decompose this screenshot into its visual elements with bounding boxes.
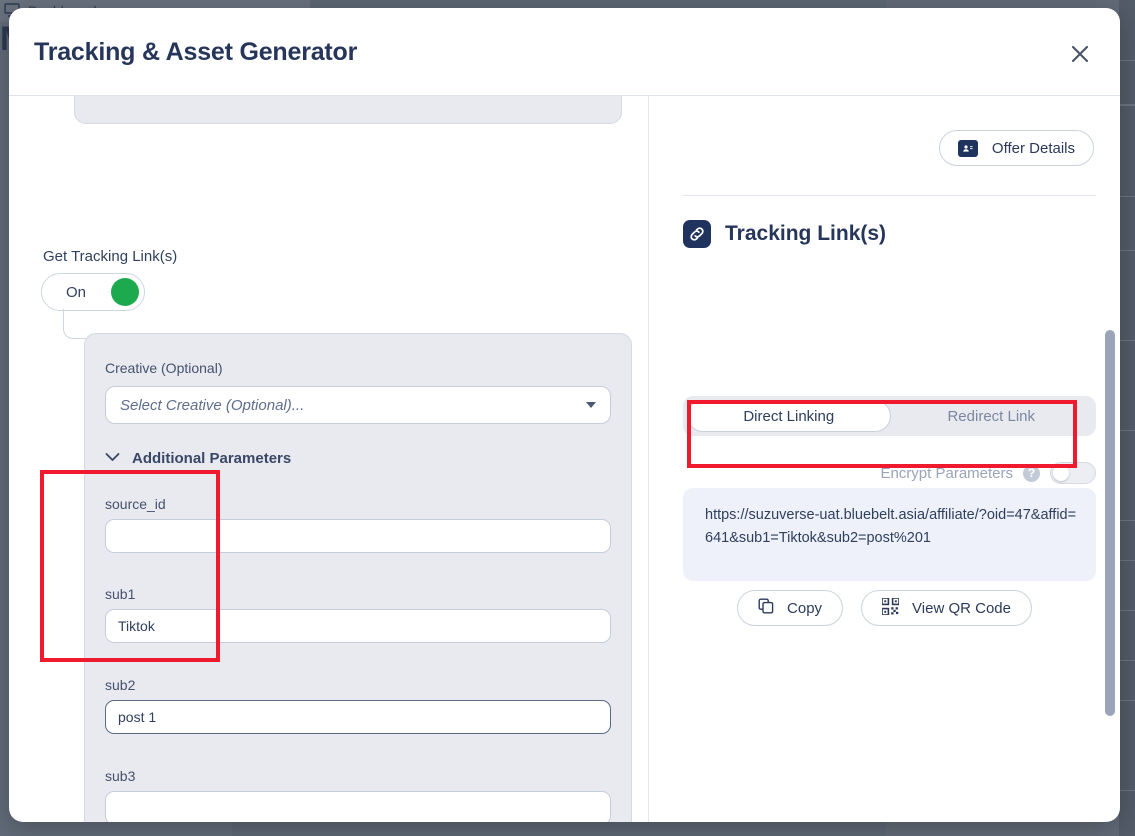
get-tracking-links-toggle[interactable]: On: [41, 273, 145, 311]
background-rail-tick: [1119, 250, 1135, 251]
modal-header: Tracking & Asset Generator: [9, 8, 1120, 96]
toggle-connector-line: [63, 309, 89, 339]
background-rail-tick: [1119, 105, 1135, 106]
contact-card-icon: [958, 140, 978, 157]
sub1-input[interactable]: [105, 609, 611, 643]
tracking-url-text: https://suzuverse-uat.bluebelt.asia/affi…: [705, 504, 1077, 550]
sub3-label: sub3: [105, 768, 135, 784]
background-rail-tick: [1119, 610, 1135, 611]
page-title: Tracking & Asset Generator: [34, 38, 357, 67]
previous-section-panel: [74, 96, 622, 124]
background-rail-tick: [1119, 520, 1135, 521]
creative-select[interactable]: Select Creative (Optional)...: [105, 386, 611, 424]
modal-scrollbar-thumb[interactable]: [1105, 330, 1115, 716]
chevron-down-icon: [105, 449, 120, 467]
sub1-label: sub1: [105, 586, 135, 602]
tracking-links-title: Tracking Link(s): [725, 222, 886, 246]
offer-details-label: Offer Details: [992, 140, 1075, 157]
background-rail-tick: [1119, 60, 1135, 61]
qr-code-icon: [882, 598, 899, 619]
view-qr-code-button-label: View QR Code: [912, 600, 1011, 617]
background-rail-tick: [1119, 700, 1135, 701]
view-qr-code-button[interactable]: View QR Code: [861, 590, 1032, 626]
background-right-rail: [1119, 0, 1135, 836]
source-id-input[interactable]: [105, 519, 611, 553]
section-divider: [683, 195, 1096, 196]
tracking-parameters-panel: Creative (Optional) Select Creative (Opt…: [84, 333, 632, 822]
copy-button[interactable]: Copy: [737, 590, 843, 626]
additional-parameters-label: Additional Parameters: [132, 450, 291, 467]
question-mark-icon[interactable]: ?: [1023, 465, 1040, 482]
creative-placeholder: Select Creative (Optional)...: [120, 397, 586, 414]
modal-scrollbar-track[interactable]: [1105, 192, 1115, 822]
link-mode-tabs: Direct Linking Redirect Link: [683, 396, 1096, 436]
copy-icon: [758, 598, 774, 618]
source-id-label: source_id: [105, 496, 166, 512]
offer-details-button[interactable]: Offer Details: [939, 130, 1094, 166]
copy-button-label: Copy: [787, 600, 822, 617]
background-rail-tick: [1119, 430, 1135, 431]
encrypt-parameters-switch[interactable]: [1050, 462, 1096, 484]
modal-body: Get Tracking Link(s) On Creative (Option…: [9, 96, 1120, 822]
tracking-toggle-state-label: On: [66, 284, 86, 301]
additional-parameters-toggle[interactable]: Additional Parameters: [105, 449, 291, 467]
link-icon: [683, 220, 711, 248]
background-rail-tick: [1119, 790, 1135, 791]
chevron-down-icon: [586, 402, 596, 408]
sub3-input[interactable]: [105, 791, 611, 822]
creative-label: Creative (Optional): [105, 360, 223, 376]
tracking-url-box[interactable]: https://suzuverse-uat.bluebelt.asia/affi…: [683, 488, 1096, 581]
tab-redirect-link[interactable]: Redirect Link: [891, 400, 1093, 432]
sub2-input[interactable]: [105, 700, 611, 734]
link-action-buttons: Copy: [649, 590, 1120, 626]
sub2-label: sub2: [105, 677, 135, 693]
tracking-toggle-knob: [111, 278, 139, 306]
encrypt-parameters-label: Encrypt Parameters: [880, 465, 1013, 482]
tracking-links-column: Offer Details Tracking Link(s) Direct Li…: [649, 96, 1120, 822]
encrypt-parameters-row: Encrypt Parameters ?: [880, 462, 1096, 484]
tracking-toggle-label: Get Tracking Link(s): [43, 248, 177, 265]
tab-direct-linking[interactable]: Direct Linking: [687, 400, 891, 432]
tracking-form-column: Get Tracking Link(s) On Creative (Option…: [9, 96, 648, 822]
tracking-links-heading: Tracking Link(s): [683, 220, 886, 248]
background-rail-tick: [1119, 340, 1135, 341]
close-icon[interactable]: [1062, 36, 1098, 72]
tracking-asset-generator-modal: Tracking & Asset Generator Get Tracking …: [9, 8, 1120, 822]
